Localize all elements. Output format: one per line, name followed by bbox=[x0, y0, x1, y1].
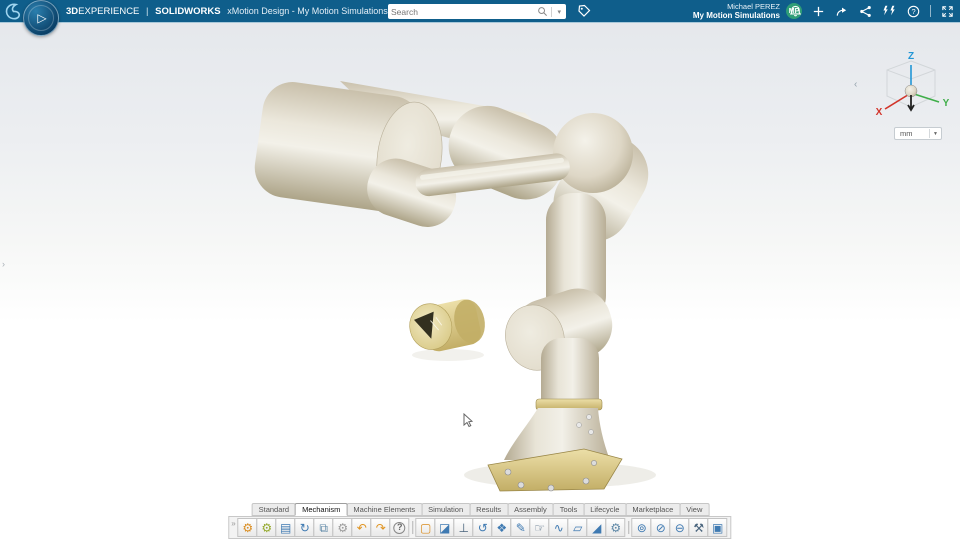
left-panel-expand-icon[interactable]: › bbox=[2, 259, 5, 269]
search-divider bbox=[551, 7, 552, 17]
robot-scene bbox=[0, 23, 960, 540]
undo-icon[interactable]: ↶ bbox=[352, 518, 372, 537]
triad-collapse-icon[interactable]: ‹ bbox=[854, 79, 857, 90]
tab-simulation[interactable]: Simulation bbox=[421, 503, 470, 516]
triad-y-label[interactable]: Y bbox=[943, 98, 950, 109]
rotary-motor-icon[interactable]: ⊚ bbox=[632, 518, 652, 537]
ribbon-tab-strip: StandardMechanismMachine ElementsSimulat… bbox=[252, 503, 709, 516]
gear-pair-icon[interactable]: ⚙ bbox=[606, 518, 626, 537]
copy-mechanism-icon[interactable]: ⧉ bbox=[314, 518, 334, 537]
reference-plane-icon[interactable]: ▱ bbox=[568, 518, 588, 537]
new-mechanism-icon[interactable]: ⚙ bbox=[257, 518, 277, 537]
search-input[interactable] bbox=[391, 7, 537, 17]
tab-mechanism[interactable]: Mechanism bbox=[295, 503, 347, 516]
brand-experience: EXPERIENCE bbox=[78, 6, 139, 17]
tab-marketplace[interactable]: Marketplace bbox=[625, 503, 680, 516]
mate-icon[interactable]: ❖ bbox=[492, 518, 512, 537]
tab-tools[interactable]: Tools bbox=[553, 503, 585, 516]
reload-icon[interactable]: ↻ bbox=[295, 518, 315, 537]
user-info[interactable]: Michael PEREZ My Motion Simulations bbox=[693, 2, 780, 20]
export-simulation-icon[interactable]: ▣ bbox=[708, 518, 728, 537]
ribbon-toolbar: » ⚙ ⚙ ▤ ↻ ⧉ ⚙ ↶ ↷ ? ▢ ◪ bbox=[228, 516, 731, 539]
apps-lightning-icon[interactable] bbox=[882, 5, 897, 18]
svg-text:?: ? bbox=[911, 7, 915, 16]
tab-results[interactable]: Results bbox=[469, 503, 508, 516]
workpiece-shadow bbox=[412, 349, 484, 361]
robot-wrist-ball[interactable] bbox=[553, 113, 633, 193]
sketch-joint-icon[interactable]: ✎ bbox=[511, 518, 531, 537]
view-orientation-triad[interactable]: Z X Y bbox=[868, 49, 954, 135]
tab-standard[interactable]: Standard bbox=[252, 503, 296, 516]
3d-viewport[interactable]: › ‹ Z X Y mm ▼ bbox=[0, 22, 960, 540]
fullscreen-icon[interactable] bbox=[941, 5, 954, 18]
drag-component-icon[interactable]: ☞ bbox=[530, 518, 550, 537]
settings-gear-icon[interactable]: ⚙ bbox=[333, 518, 353, 537]
search-options-chevron-icon[interactable]: ▾ bbox=[555, 8, 563, 16]
application-window: 3DEXPERIENCE | SOLIDWORKS xMotion Design… bbox=[0, 0, 960, 540]
search-icon[interactable] bbox=[537, 6, 548, 17]
help-icon[interactable]: ? bbox=[907, 5, 920, 18]
brand-3d: 3D bbox=[66, 6, 78, 17]
damper-icon[interactable]: ⊖ bbox=[670, 518, 690, 537]
trace-path-icon[interactable]: ∿ bbox=[549, 518, 569, 537]
search-bar[interactable]: ▾ bbox=[388, 4, 566, 19]
units-caret-icon[interactable]: ▼ bbox=[930, 131, 941, 137]
user-workspace: My Motion Simulations bbox=[693, 11, 780, 20]
rigid-group-icon[interactable]: ◪ bbox=[435, 518, 455, 537]
tab-machine-elements[interactable]: Machine Elements bbox=[346, 503, 422, 516]
toolbar-buttons: ⚙ ⚙ ▤ ↻ ⧉ ⚙ ↶ ↷ ? ▢ ◪ ⊥ bbox=[239, 518, 728, 537]
units-value: mm bbox=[895, 129, 929, 138]
cone-icon[interactable]: ◢ bbox=[587, 518, 607, 537]
revolute-joint-icon[interactable]: ↺ bbox=[473, 518, 493, 537]
workpiece-cylinder[interactable] bbox=[405, 293, 489, 357]
compass-ring bbox=[28, 5, 54, 31]
triad-down-arrow bbox=[908, 95, 914, 110]
axis-system-icon[interactable]: ⊥ bbox=[454, 518, 474, 537]
robot-controller-icon[interactable]: ⚒ bbox=[689, 518, 709, 537]
top-bar: 3DEXPERIENCE | SOLIDWORKS xMotion Design… bbox=[0, 0, 960, 22]
app-name: SOLIDWORKS bbox=[155, 6, 220, 17]
frame-icon[interactable]: ▢ bbox=[416, 518, 436, 537]
linear-motor-icon[interactable]: ⊘ bbox=[651, 518, 671, 537]
triad-x-label[interactable]: X bbox=[876, 107, 883, 118]
tag-icon[interactable] bbox=[577, 4, 591, 18]
notifications-icon[interactable] bbox=[789, 5, 802, 18]
toolbar-overflow-icon[interactable]: » bbox=[231, 519, 235, 528]
triad-z-label[interactable]: Z bbox=[908, 51, 914, 62]
robot-arm-model[interactable] bbox=[251, 78, 662, 491]
share-icon[interactable] bbox=[835, 5, 849, 18]
save-icon[interactable]: ▤ bbox=[276, 518, 296, 537]
3dexperience-compass[interactable]: ▷ bbox=[23, 0, 59, 36]
user-name: Michael PEREZ bbox=[693, 2, 780, 11]
topbar-divider bbox=[930, 5, 931, 17]
collaborate-icon[interactable] bbox=[859, 5, 872, 18]
tab-assembly[interactable]: Assembly bbox=[507, 503, 554, 516]
topbar-icon-row: ? bbox=[789, 0, 954, 22]
app-title: 3DEXPERIENCE | SOLIDWORKS xMotion Design… bbox=[66, 0, 397, 22]
3ds-logo bbox=[4, 2, 22, 20]
tab-lifecycle[interactable]: Lifecycle bbox=[583, 503, 626, 516]
update-mechanism-icon[interactable]: ⚙ bbox=[238, 518, 258, 537]
tool-help-icon[interactable]: ? bbox=[390, 518, 410, 537]
redo-icon[interactable]: ↷ bbox=[371, 518, 391, 537]
document-title[interactable]: xMotion Design - My Motion Simulations bbox=[227, 6, 388, 16]
add-icon[interactable] bbox=[812, 5, 825, 18]
units-dropdown[interactable]: mm ▼ bbox=[894, 127, 942, 140]
title-separator: | bbox=[146, 6, 148, 17]
tab-view[interactable]: View bbox=[679, 503, 709, 516]
mouse-cursor bbox=[462, 413, 474, 429]
